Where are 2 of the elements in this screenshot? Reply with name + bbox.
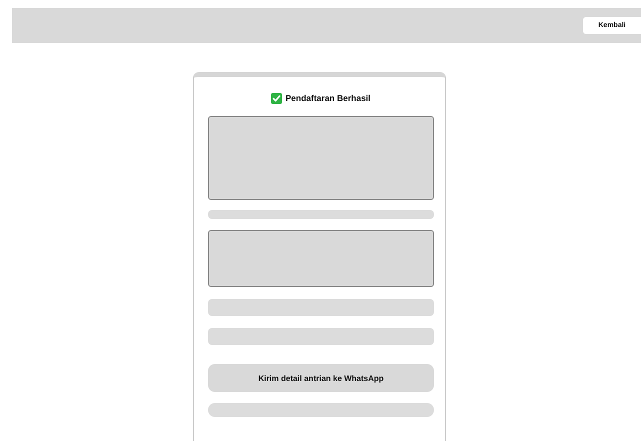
whatsapp-button[interactable]: Kirim detail antrian ke WhatsApp — [208, 364, 434, 392]
card-title: Pendaftaran Berhasil — [285, 93, 371, 103]
